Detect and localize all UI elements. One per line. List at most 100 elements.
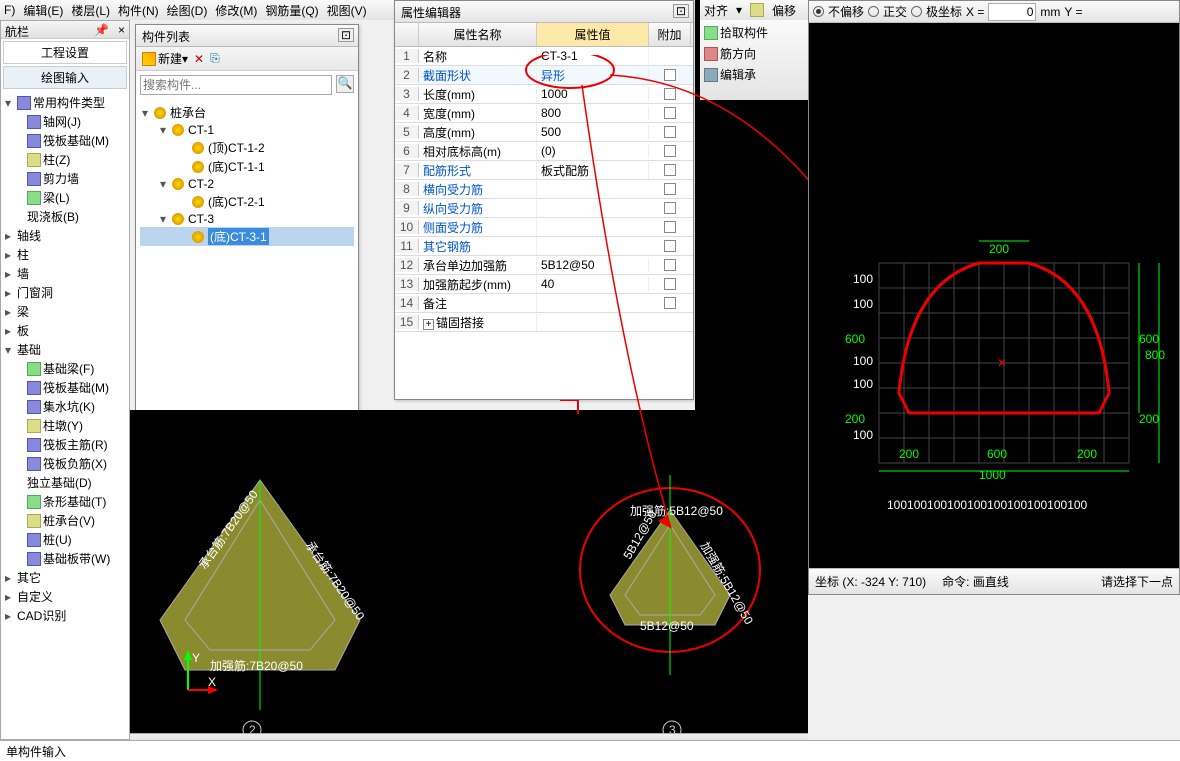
cross-top-bar: 不偏移 正交 极坐标 X = mm Y = — [809, 1, 1179, 23]
radio-keep[interactable] — [813, 6, 824, 17]
search-input[interactable] — [140, 75, 332, 95]
col-add: 附加 — [649, 23, 691, 46]
dir-button[interactable]: 筋方向 — [704, 45, 804, 62]
menu-floor[interactable]: 楼层(L) — [71, 2, 110, 19]
dialog-title: 属性编辑器 ⊡ — [395, 1, 693, 23]
menu-draw[interactable]: 绘图(D) — [167, 2, 208, 19]
svg-text:X: X — [208, 675, 216, 689]
nav-item[interactable]: ▾常用构件类型 — [3, 93, 127, 112]
close-icon[interactable]: ⊡ — [673, 4, 689, 18]
radio-keep-label: 不偏移 — [828, 3, 864, 20]
prompt-label: 请选择下一点 — [1101, 573, 1173, 590]
search-button[interactable]: 🔍 — [336, 75, 354, 93]
nav-item[interactable]: 筏板负筋(X) — [3, 454, 127, 473]
nav-item[interactable]: 桩(U) — [3, 530, 127, 549]
prop-row[interactable]: 4宽度(mm)800 — [395, 104, 693, 123]
tree-node[interactable]: (顶)CT-1-2 — [140, 138, 354, 157]
svg-text:200: 200 — [1077, 447, 1097, 461]
cross-canvas[interactable]: ✕ 200 600 600 800 200 200 200 600 200 10… — [809, 23, 1179, 568]
prop-row[interactable]: 11其它钢筋 — [395, 237, 693, 256]
pick-button[interactable]: 拾取构件 — [704, 24, 804, 41]
component-tree: ▾桩承台▾CT-1(顶)CT-1-2(底)CT-1-1▾CT-2(底)CT-2-… — [136, 99, 358, 250]
prop-row[interactable]: 6相对底标高(m)(0) — [395, 142, 693, 161]
tab-draw-input[interactable]: 绘图输入 — [3, 66, 127, 89]
nav-item[interactable]: ▸自定义 — [3, 587, 127, 606]
prop-row[interactable]: 15+锚固搭接 — [395, 313, 693, 332]
main-canvas[interactable]: 承台筋:7B20@50 承台筋:7B20@50 加强筋:7B20@50 Y X … — [130, 410, 808, 745]
close-icon[interactable]: × — [118, 23, 125, 37]
tab-project[interactable]: 工程设置 — [3, 41, 127, 64]
tree-node[interactable]: (底)CT-3-1 — [140, 227, 354, 246]
nav-item[interactable]: 筏板基础(M) — [3, 131, 127, 150]
nav-item[interactable]: 集水坑(K) — [3, 397, 127, 416]
nav-item[interactable]: ▸墙 — [3, 264, 127, 283]
prop-row[interactable]: 14备注 — [395, 294, 693, 313]
delete-icon[interactable]: ✕ — [194, 52, 204, 66]
new-button[interactable]: 新建 ▾ — [142, 50, 188, 67]
menu-edit[interactable]: 编辑(E) — [23, 2, 63, 19]
nav-item[interactable]: ▸门窗洞 — [3, 283, 127, 302]
svg-text:200: 200 — [989, 242, 1009, 256]
svg-text:800: 800 — [1145, 348, 1165, 362]
rebar-label: 加强筋:7B20@50 — [210, 658, 303, 673]
menu-rebar[interactable]: 钢筋量(Q) — [265, 2, 318, 19]
nav-item[interactable]: 筏板基础(M) — [3, 378, 127, 397]
prop-row[interactable]: 1名称CT-3-1 — [395, 47, 693, 66]
copy-icon[interactable]: ⎘ — [210, 51, 220, 66]
tree-node[interactable]: ▾桩承台 — [140, 103, 354, 122]
close-icon[interactable]: ⊡ — [338, 28, 354, 42]
axis-origin: Y X — [178, 650, 218, 700]
nav-item[interactable]: ▸板 — [3, 321, 127, 340]
property-editor-dialog: 属性编辑器 ⊡ 属性名称 属性值 附加 1名称CT-3-12截面形状异形3长度(… — [394, 0, 694, 400]
edit-button[interactable]: 编辑承 — [704, 66, 804, 83]
prop-row[interactable]: 8横向受力筋 — [395, 180, 693, 199]
nav-item[interactable]: 筏板主筋(R) — [3, 435, 127, 454]
prop-row[interactable]: 10侧面受力筋 — [395, 218, 693, 237]
new-label: 新建 — [158, 50, 182, 67]
prop-row[interactable]: 2截面形状异形 — [395, 66, 693, 85]
nav-item[interactable]: 剪力墙 — [3, 169, 127, 188]
cmd-label: 命令: 画直线 — [942, 573, 1009, 590]
nav-item[interactable]: 独立基础(D) — [3, 473, 127, 492]
nav-item[interactable]: ▸轴线 — [3, 226, 127, 245]
prop-row[interactable]: 12承台单边加强筋5B12@50 — [395, 256, 693, 275]
cross-status-bar: 坐标 (X: -324 Y: 710) 命令: 画直线 请选择下一点 — [809, 568, 1179, 594]
prop-row[interactable]: 7配筋形式板式配筋 — [395, 161, 693, 180]
tree-node[interactable]: (底)CT-2-1 — [140, 192, 354, 211]
tree-node[interactable]: ▾CT-3 — [140, 211, 354, 227]
nav-item[interactable]: ▸CAD识别 — [3, 606, 127, 625]
prop-row[interactable]: 3长度(mm)1000 — [395, 85, 693, 104]
prop-row[interactable]: 9纵向受力筋 — [395, 199, 693, 218]
dialog-title: 构件列表 ⊡ — [136, 25, 358, 47]
x-input[interactable] — [988, 3, 1036, 21]
nav-item[interactable]: ▸柱 — [3, 245, 127, 264]
nav-panel: 航栏 📌 × 工程设置 绘图输入 ▾常用构件类型轴网(J)筏板基础(M)柱(Z)… — [0, 20, 130, 740]
menu-component[interactable]: 构件(N) — [118, 2, 159, 19]
nav-item[interactable]: 条形基础(T) — [3, 492, 127, 511]
radio-polar[interactable] — [911, 6, 922, 17]
nav-item[interactable]: 基础板带(W) — [3, 549, 127, 568]
nav-item[interactable]: ▾基础 — [3, 340, 127, 359]
tree-node[interactable]: ▾CT-1 — [140, 122, 354, 138]
tree-node[interactable]: (底)CT-1-1 — [140, 157, 354, 176]
menu-file[interactable]: F) — [4, 3, 15, 17]
nav-item[interactable]: 轴网(J) — [3, 112, 127, 131]
menu-view[interactable]: 视图(V) — [327, 2, 367, 19]
mm-label: mm — [1040, 5, 1060, 19]
nav-item[interactable]: ▸梁 — [3, 302, 127, 321]
nav-item[interactable]: 桩承台(V) — [3, 511, 127, 530]
tree-node[interactable]: ▾CT-2 — [140, 176, 354, 192]
offset-button[interactable]: 偏移 — [772, 2, 796, 19]
prop-row[interactable]: 13加强筋起步(mm)40 — [395, 275, 693, 294]
nav-item[interactable]: 现浇板(B) — [3, 207, 127, 226]
align-button[interactable]: 对齐 — [704, 2, 728, 19]
menu-modify[interactable]: 修改(M) — [215, 2, 257, 19]
radio-ortho[interactable] — [868, 6, 879, 17]
pin-icon[interactable]: 📌 — [94, 23, 109, 37]
nav-item[interactable]: ▸其它 — [3, 568, 127, 587]
nav-item[interactable]: 柱墩(Y) — [3, 416, 127, 435]
nav-item[interactable]: 柱(Z) — [3, 150, 127, 169]
prop-row[interactable]: 5高度(mm)500 — [395, 123, 693, 142]
nav-item[interactable]: 梁(L) — [3, 188, 127, 207]
nav-item[interactable]: 基础梁(F) — [3, 359, 127, 378]
